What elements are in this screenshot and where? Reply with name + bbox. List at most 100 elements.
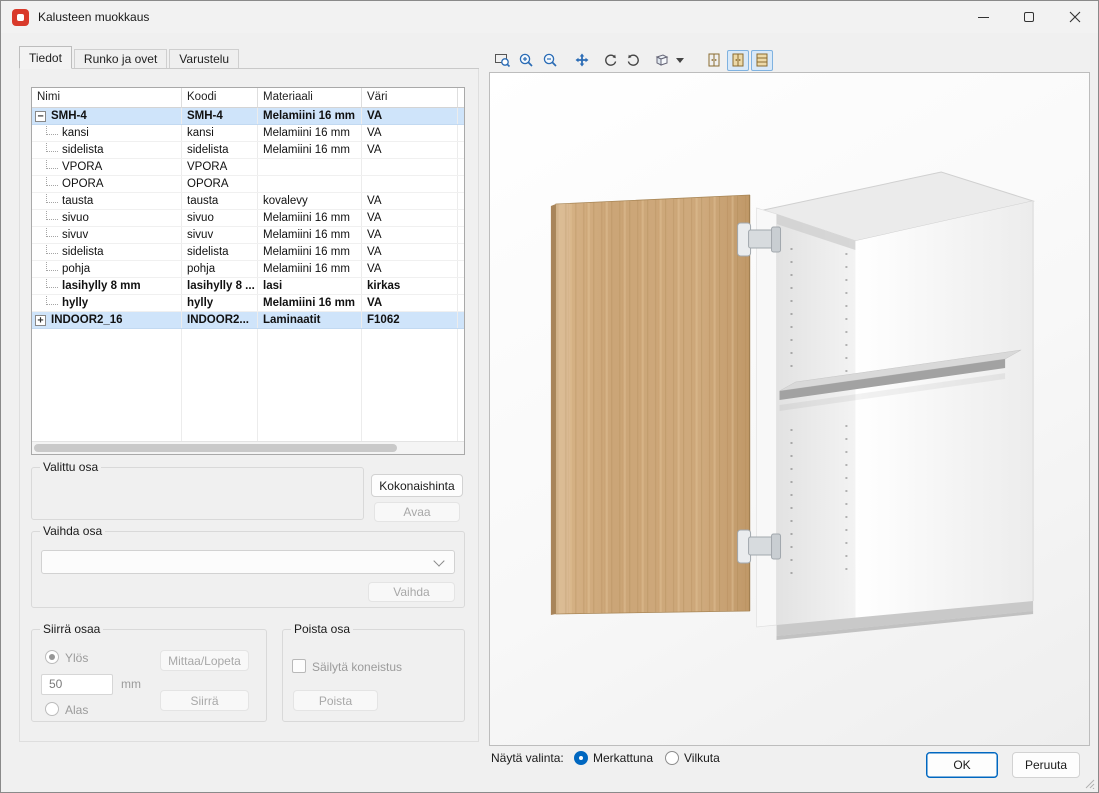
table-cell: SMH-4 bbox=[182, 108, 258, 124]
move-down-radio[interactable] bbox=[45, 702, 59, 716]
keep-machining-label: Säilytä koneistus bbox=[312, 660, 402, 674]
delete-button[interactable]: Poista bbox=[293, 690, 378, 711]
measure-stop-button[interactable]: Mittaa/Lopeta bbox=[160, 650, 249, 671]
pan-icon[interactable] bbox=[571, 50, 593, 71]
dialog-window: Kalusteen muokkaus Tiedot Runko ja ovet … bbox=[0, 0, 1099, 793]
table-row[interactable]: sidelistasidelistaMelamiini 16 mmVA bbox=[32, 142, 464, 159]
change-button[interactable]: Vaihda bbox=[368, 582, 455, 602]
rotate-ccw-icon[interactable] bbox=[623, 50, 645, 71]
table-row[interactable]: taustataustakovalevyVA bbox=[32, 193, 464, 210]
table-row[interactable]: sidelistasidelistaMelamiini 16 mmVA bbox=[32, 244, 464, 261]
cabinet-3d-render bbox=[490, 73, 1089, 745]
table-row[interactable]: +INDOOR2_16INDOOR2...LaminaatitF1062 bbox=[32, 312, 464, 329]
total-price-button[interactable]: Kokonaishinta bbox=[371, 474, 463, 497]
change-part-group-label: Vaihda osa bbox=[40, 524, 105, 538]
selected-part-groupbox: Valittu osa bbox=[31, 467, 364, 520]
table-cell: Melamiini 16 mm bbox=[258, 227, 362, 243]
table-cell: VA bbox=[362, 244, 458, 260]
selected-part-group-label: Valittu osa bbox=[40, 460, 101, 474]
part-name-cell: tausta bbox=[32, 193, 182, 209]
table-cell bbox=[258, 159, 362, 175]
window-controls bbox=[960, 1, 1098, 33]
table-cell bbox=[458, 295, 464, 311]
part-name: kansi bbox=[62, 126, 89, 141]
column-header-nimi[interactable]: Nimi bbox=[32, 88, 182, 108]
horizontal-scrollbar[interactable] bbox=[32, 441, 464, 454]
scrollbar-thumb[interactable] bbox=[34, 444, 397, 452]
table-cell: VA bbox=[362, 108, 458, 124]
parts-table: Nimi Koodi Materiaali Väri −SMH-4SMH-4Me… bbox=[31, 87, 465, 455]
table-cell: Melamiini 16 mm bbox=[258, 125, 362, 141]
zoom-window-icon[interactable] bbox=[491, 50, 513, 71]
tabstrip: Tiedot Runko ja ovet Varustelu bbox=[19, 47, 479, 69]
cabinet-wireframe-icon[interactable] bbox=[703, 50, 725, 71]
titlebar: Kalusteen muokkaus bbox=[1, 1, 1098, 33]
tab-varustelu[interactable]: Varustelu bbox=[169, 49, 239, 68]
part-name: lasihylly 8 mm bbox=[62, 279, 141, 294]
move-up-radio[interactable] bbox=[45, 650, 59, 664]
tab-runko-ja-ovet[interactable]: Runko ja ovet bbox=[74, 49, 167, 68]
column-header-koodi[interactable]: Koodi bbox=[182, 88, 258, 108]
part-name-cell: kansi bbox=[32, 125, 182, 141]
part-name: hylly bbox=[62, 296, 88, 311]
open-button[interactable]: Avaa bbox=[374, 502, 460, 522]
table-cell: Laminaatit bbox=[258, 312, 362, 328]
table-cell bbox=[362, 176, 458, 192]
close-button[interactable] bbox=[1052, 1, 1098, 33]
blink-radio[interactable] bbox=[665, 751, 679, 765]
part-name-cell: −SMH-4 bbox=[32, 108, 182, 124]
move-button[interactable]: Siirrä bbox=[160, 690, 249, 711]
table-cell: lasihylly 8 ... bbox=[182, 278, 258, 294]
move-distance-input[interactable]: 50 bbox=[41, 674, 113, 695]
resize-grip[interactable] bbox=[1084, 778, 1095, 789]
zoom-out-icon[interactable] bbox=[539, 50, 561, 71]
table-cell: kovalevy bbox=[258, 193, 362, 209]
move-down-label: Alas bbox=[65, 703, 88, 717]
collapse-icon[interactable]: − bbox=[35, 111, 46, 122]
table-cell: sivuo bbox=[182, 210, 258, 226]
table-cell: VPORA bbox=[182, 159, 258, 175]
keep-machining-checkbox[interactable] bbox=[292, 659, 306, 673]
table-cell: Melamiini 16 mm bbox=[258, 295, 362, 311]
column-header-vari[interactable]: Väri bbox=[362, 88, 458, 108]
change-part-combobox[interactable] bbox=[41, 550, 455, 574]
part-name-cell: sivuv bbox=[32, 227, 182, 243]
table-cell bbox=[458, 227, 464, 243]
table-row[interactable]: lasihylly 8 mmlasihylly 8 ...lasikirkas bbox=[32, 278, 464, 295]
column-header-materiaali[interactable]: Materiaali bbox=[258, 88, 362, 108]
table-cell: VA bbox=[362, 142, 458, 158]
table-cell: Melamiini 16 mm bbox=[258, 142, 362, 158]
rotate-cw-icon[interactable] bbox=[599, 50, 621, 71]
table-row[interactable]: kansikansiMelamiini 16 mmVA bbox=[32, 125, 464, 142]
viewer-toolbar bbox=[491, 49, 773, 71]
minimize-button[interactable] bbox=[960, 1, 1006, 33]
table-cell bbox=[258, 176, 362, 192]
table-cell bbox=[362, 159, 458, 175]
parts-table-rows: −SMH-4SMH-4Melamiini 16 mmVAkansikansiMe… bbox=[32, 108, 464, 329]
3d-viewport[interactable] bbox=[489, 72, 1090, 746]
zoom-in-icon[interactable] bbox=[515, 50, 537, 71]
table-row[interactable]: sivuvsivuvMelamiini 16 mmVA bbox=[32, 227, 464, 244]
table-row[interactable]: −SMH-4SMH-4Melamiini 16 mmVA bbox=[32, 108, 464, 125]
ok-button[interactable]: OK bbox=[926, 752, 998, 778]
expand-icon[interactable]: + bbox=[35, 315, 46, 326]
view-cube-icon[interactable] bbox=[651, 50, 673, 71]
table-row[interactable]: pohjapohjaMelamiini 16 mmVA bbox=[32, 261, 464, 278]
table-cell: Melamiini 16 mm bbox=[258, 108, 362, 124]
maximize-button[interactable] bbox=[1006, 1, 1052, 33]
close-icon bbox=[1069, 11, 1081, 23]
table-row[interactable]: hyllyhyllyMelamiini 16 mmVA bbox=[32, 295, 464, 312]
cabinet-shelves-icon[interactable] bbox=[751, 50, 773, 71]
tab-tiedot[interactable]: Tiedot bbox=[19, 46, 72, 69]
cabinet-solid-icon[interactable] bbox=[727, 50, 749, 71]
table-row[interactable]: sivuosivuoMelamiini 16 mmVA bbox=[32, 210, 464, 227]
view-dropdown-icon[interactable] bbox=[673, 50, 687, 71]
table-cell bbox=[458, 108, 464, 124]
table-row[interactable]: OPORAOPORA bbox=[32, 176, 464, 193]
marked-radio[interactable] bbox=[574, 751, 588, 765]
table-cell: kirkas bbox=[362, 278, 458, 294]
tab-label: Varustelu bbox=[179, 52, 229, 66]
cancel-button[interactable]: Peruuta bbox=[1012, 752, 1080, 778]
table-row[interactable]: VPORAVPORA bbox=[32, 159, 464, 176]
column-header-filler bbox=[458, 88, 464, 108]
